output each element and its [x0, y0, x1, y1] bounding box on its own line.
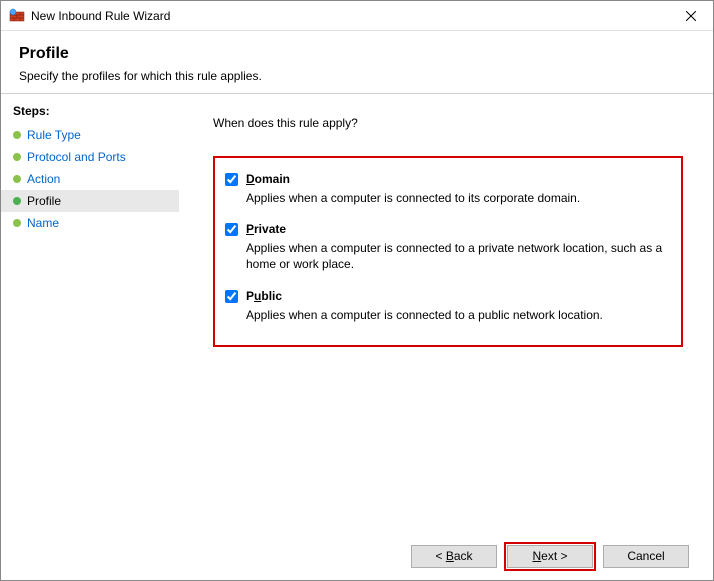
checkbox-domain[interactable] — [225, 173, 238, 186]
bullet-icon — [13, 131, 21, 139]
main-panel: When does this rule apply? Domain Applies… — [179, 94, 713, 532]
checkbox-private[interactable] — [225, 223, 238, 236]
close-button[interactable] — [668, 1, 713, 31]
back-button[interactable]: < Back — [411, 545, 497, 568]
firewall-icon — [9, 8, 25, 24]
next-button[interactable]: Next > — [507, 545, 593, 568]
bullet-icon — [13, 175, 21, 183]
window-title: New Inbound Rule Wizard — [31, 9, 668, 23]
close-icon — [686, 11, 696, 21]
step-item-name[interactable]: Name — [1, 212, 179, 234]
prompt-text: When does this rule apply? — [213, 116, 683, 130]
bullet-icon — [13, 197, 21, 205]
step-label: Name — [27, 216, 59, 230]
step-label: Protocol and Ports — [27, 150, 126, 164]
option-label-private[interactable]: Private — [246, 222, 286, 236]
titlebar: New Inbound Rule Wizard — [1, 1, 713, 31]
step-item-rule-type[interactable]: Rule Type — [1, 124, 179, 146]
bullet-icon — [13, 219, 21, 227]
checkbox-public[interactable] — [225, 290, 238, 303]
step-label: Action — [27, 172, 60, 186]
footer-buttons: < Back Next > Cancel — [1, 532, 713, 580]
step-label: Rule Type — [27, 128, 81, 142]
option-row-private: Private — [225, 222, 663, 236]
option-row-public: Public — [225, 289, 663, 303]
steps-heading: Steps: — [1, 104, 179, 124]
option-desc-domain: Applies when a computer is connected to … — [246, 190, 663, 206]
step-item-profile[interactable]: Profile — [1, 190, 179, 212]
option-desc-private: Applies when a computer is connected to … — [246, 240, 663, 272]
cancel-button[interactable]: Cancel — [603, 545, 689, 568]
body-section: Steps: Rule Type Protocol and Ports Action… — [1, 94, 713, 532]
option-row-domain: Domain — [225, 172, 663, 186]
option-label-public[interactable]: Public — [246, 289, 282, 303]
option-label-domain[interactable]: Domain — [246, 172, 290, 186]
wizard-window: New Inbound Rule Wizard Profile Specify … — [0, 0, 714, 581]
option-desc-public: Applies when a computer is connected to … — [246, 307, 663, 323]
page-subtitle: Specify the profiles for which this rule… — [19, 69, 695, 83]
bullet-icon — [13, 153, 21, 161]
step-item-action[interactable]: Action — [1, 168, 179, 190]
header-section: Profile Specify the profiles for which t… — [1, 31, 713, 93]
step-item-protocol-and-ports[interactable]: Protocol and Ports — [1, 146, 179, 168]
options-highlight-box: Domain Applies when a computer is connect… — [213, 156, 683, 347]
step-label: Profile — [27, 194, 61, 208]
page-title: Profile — [19, 45, 695, 63]
steps-sidebar: Steps: Rule Type Protocol and Ports Action… — [1, 94, 179, 532]
